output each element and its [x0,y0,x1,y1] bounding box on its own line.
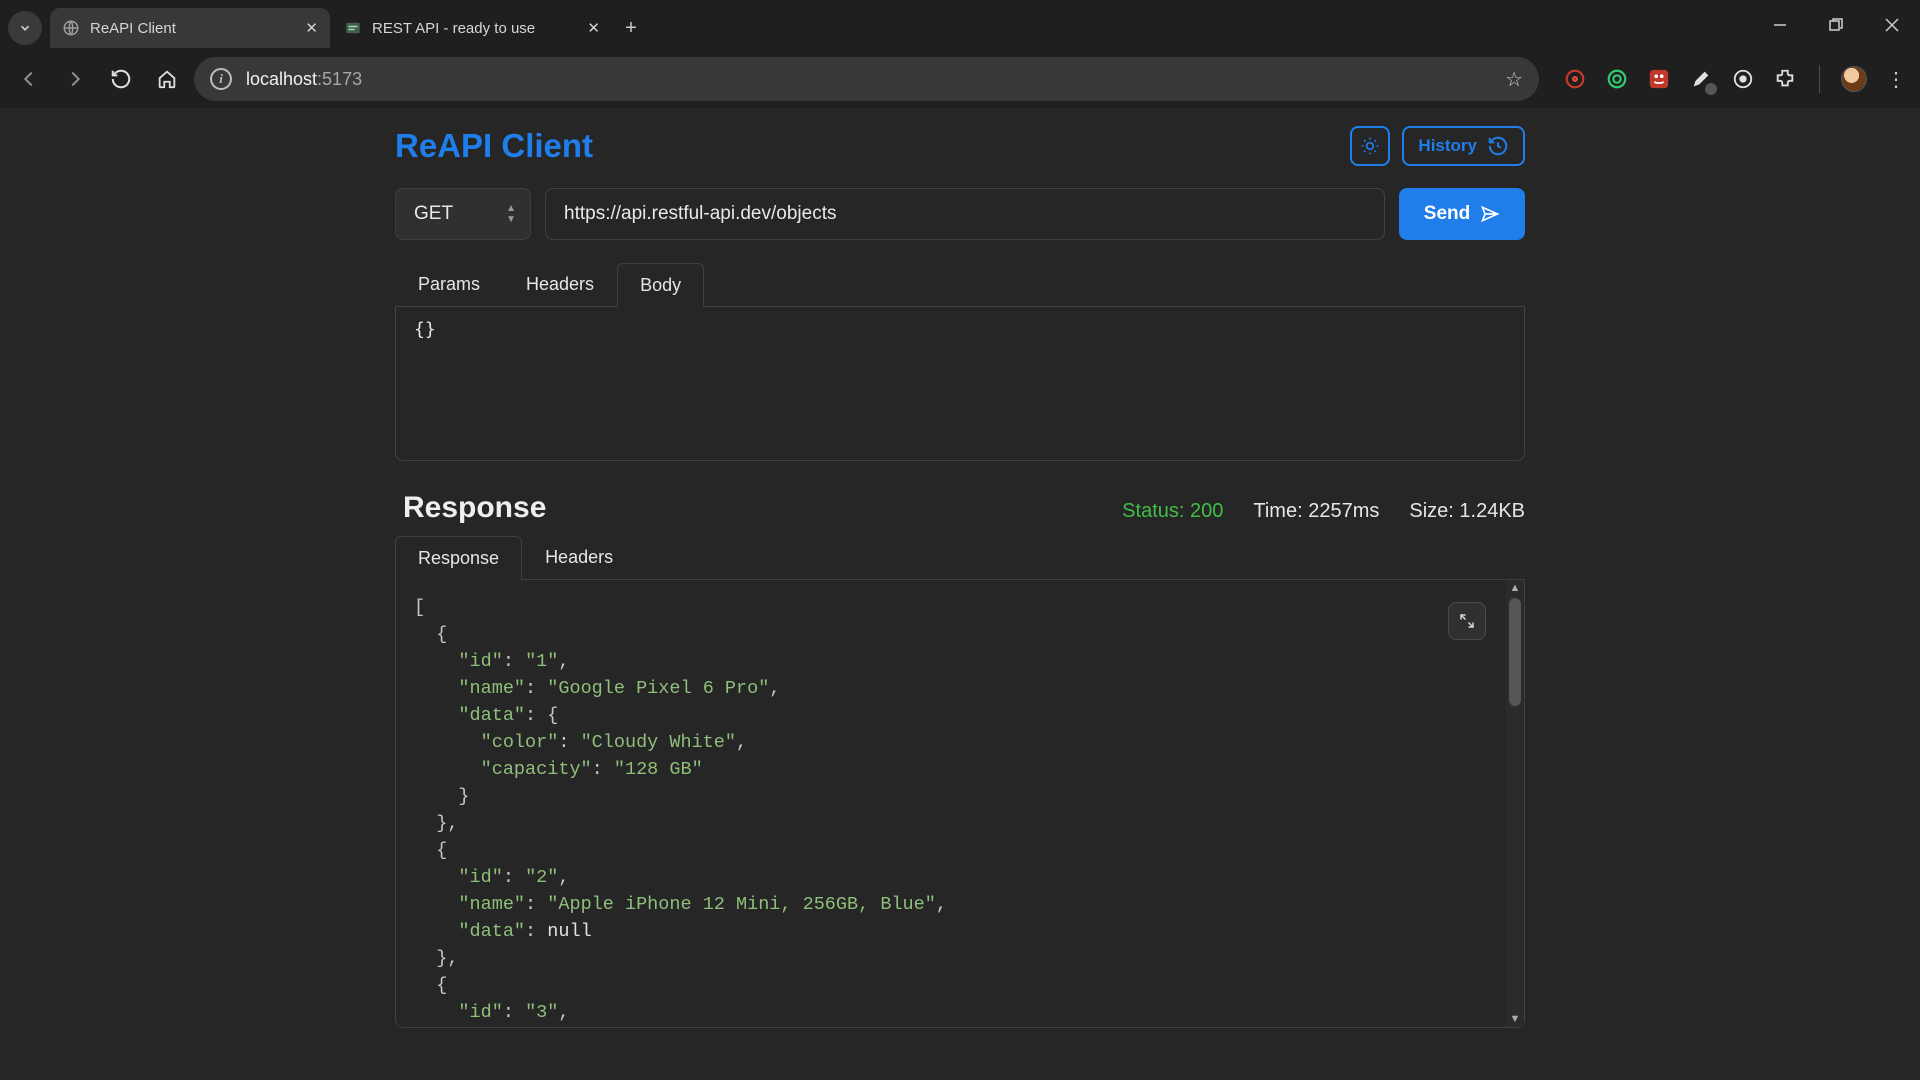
minimize-button[interactable] [1752,0,1808,50]
browser-tab-1[interactable]: ReAPI Client ✕ [50,8,330,48]
browser-titlebar: ReAPI Client ✕ REST API - ready to use ✕… [0,0,1920,50]
browser-tab-row: ReAPI Client ✕ REST API - ready to use ✕… [0,0,1752,48]
browser-tab-2[interactable]: REST API - ready to use ✕ [332,8,612,48]
response-header: Response Status: 200 Time: 2257ms Size: … [395,491,1525,525]
browser-toolbar: i localhost:5173 ☆ ⋮ [0,50,1920,108]
bookmark-icon[interactable]: ☆ [1505,67,1523,92]
response-title: Response [403,491,546,525]
status-badge: Status: 200 [1122,500,1223,523]
send-button[interactable]: Send [1399,188,1525,240]
history-icon [1487,135,1509,157]
home-button[interactable] [148,58,186,100]
app-title: ReAPI Client [395,127,593,165]
browser-menu-button[interactable]: ⋮ [1882,65,1910,93]
browser-tab-title: REST API - ready to use [372,20,535,37]
app-root: ReAPI Client History GET ▲▼ Send [395,108,1525,1028]
chevron-updown-icon: ▲▼ [506,205,516,224]
response-body[interactable]: [ { "id": "1", "name": "Google Pixel 6 P… [396,580,1524,1040]
method-select[interactable]: GET ▲▼ [395,188,531,240]
tab-response[interactable]: Response [395,536,522,580]
response-size: Size: 1.24KB [1409,500,1525,523]
globe-icon [62,19,80,37]
send-label: Send [1424,203,1470,225]
request-body-textarea[interactable]: {} [395,307,1525,461]
profile-avatar[interactable] [1840,65,1868,93]
back-button[interactable] [10,58,48,100]
response-tabs: Response Headers [395,535,1525,580]
close-icon[interactable]: ✕ [305,19,318,37]
address-bar[interactable]: i localhost:5173 ☆ [194,57,1539,101]
history-button[interactable]: History [1402,126,1525,166]
close-window-button[interactable] [1864,0,1920,50]
scroll-thumb[interactable] [1509,598,1521,706]
extension-icon-3[interactable] [1645,65,1673,93]
extensions-menu-icon[interactable] [1771,65,1799,93]
browser-tab-title: ReAPI Client [90,20,176,37]
history-label: History [1418,136,1477,156]
extension-icon-2[interactable] [1603,65,1631,93]
scroll-up-icon[interactable]: ▲ [1506,580,1524,596]
send-icon [1480,204,1500,224]
response-body-panel: [ { "id": "1", "name": "Google Pixel 6 P… [395,580,1525,1028]
maximize-button[interactable] [1808,0,1864,50]
forward-button[interactable] [56,58,94,100]
new-tab-button[interactable]: + [614,11,648,45]
scrollbar[interactable]: ▲ ▼ [1506,580,1524,1027]
site-info-icon[interactable]: i [210,68,232,90]
theme-toggle-button[interactable] [1350,126,1390,166]
response-time: Time: 2257ms [1253,500,1379,523]
method-value: GET [414,203,453,225]
site-icon [344,19,362,37]
extension-icon-4[interactable] [1687,65,1715,93]
url-text: localhost:5173 [246,69,362,90]
page-viewport: ReAPI Client History GET ▲▼ Send [0,108,1920,1080]
expand-button[interactable] [1448,602,1486,640]
request-url-input[interactable] [545,188,1385,240]
request-tabs: Params Headers Body [395,262,1525,307]
tab-params[interactable]: Params [395,262,503,306]
reload-button[interactable] [102,58,140,100]
scroll-down-icon[interactable]: ▼ [1506,1011,1524,1027]
tab-body[interactable]: Body [617,263,704,307]
extension-icons: ⋮ [1561,65,1910,93]
extension-icon-5[interactable] [1729,65,1757,93]
extension-icon-1[interactable] [1561,65,1589,93]
close-icon[interactable]: ✕ [587,19,600,37]
search-tabs-button[interactable] [8,11,42,45]
app-header: ReAPI Client History [395,126,1525,166]
window-controls [1752,0,1920,50]
request-row: GET ▲▼ Send [395,188,1525,240]
response-meta: Status: 200 Time: 2257ms Size: 1.24KB [1122,500,1525,523]
separator [1819,65,1820,93]
tab-response-headers[interactable]: Headers [522,535,636,579]
tab-headers[interactable]: Headers [503,262,617,306]
